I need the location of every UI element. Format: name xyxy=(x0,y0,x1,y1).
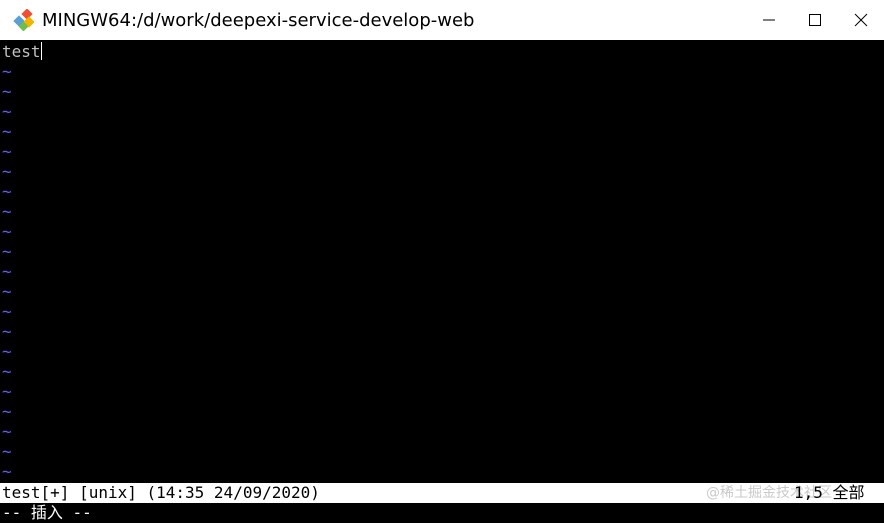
empty-line-tilde: ~ xyxy=(2,282,12,301)
empty-line-tilde: ~ xyxy=(2,362,12,381)
empty-line-tilde: ~ xyxy=(2,142,12,161)
text-cursor xyxy=(40,42,42,60)
empty-line-tilde: ~ xyxy=(2,62,12,81)
empty-line-tilde: ~ xyxy=(2,242,12,261)
status-position: 1,5 全部 xyxy=(794,483,865,502)
maximize-button[interactable] xyxy=(792,0,838,40)
status-line: test[+] [unix] (14:35 24/09/2020) @稀土掘金技… xyxy=(0,483,884,503)
buffer-line-text: test xyxy=(2,42,41,61)
minimize-icon xyxy=(763,19,775,21)
empty-line-tilde: ~ xyxy=(2,222,12,241)
minimize-button[interactable] xyxy=(746,0,792,40)
window-title: MINGW64:/d/work/deepexi-service-develop-… xyxy=(42,9,475,31)
maximize-icon xyxy=(809,14,821,26)
empty-line-tilde: ~ xyxy=(2,182,12,201)
empty-line-tilde: ~ xyxy=(2,82,12,101)
vim-editor[interactable]: test ~ ~ ~ ~ ~ ~ ~ ~ ~ ~ ~ ~ ~ ~ ~ ~ ~ ~ ~ ~ ~ test[+] [unix… xyxy=(0,40,884,523)
empty-line-tilde: ~ xyxy=(2,122,12,141)
empty-line-tilde: ~ xyxy=(2,262,12,281)
terminal-window: MINGW64:/d/work/deepexi-service-develop-… xyxy=(0,0,884,523)
window-controls xyxy=(746,0,884,40)
git-bash-icon xyxy=(12,8,35,32)
close-icon xyxy=(854,13,868,27)
empty-line-tilde: ~ xyxy=(2,342,12,361)
buffer-line[interactable]: test xyxy=(2,42,42,62)
empty-line-tilde: ~ xyxy=(2,442,12,461)
empty-line-tilde: ~ xyxy=(2,162,12,181)
empty-line-tilde: ~ xyxy=(2,422,12,441)
empty-line-tilde: ~ xyxy=(2,202,12,221)
title-bar[interactable]: MINGW64:/d/work/deepexi-service-develop-… xyxy=(0,0,884,40)
empty-line-tilde: ~ xyxy=(2,302,12,321)
status-file-info: test[+] [unix] (14:35 24/09/2020) xyxy=(2,483,320,502)
close-button[interactable] xyxy=(838,0,884,40)
empty-line-tilde: ~ xyxy=(2,402,12,421)
empty-line-tilde: ~ xyxy=(2,102,12,121)
empty-line-tilde: ~ xyxy=(2,382,12,401)
empty-line-tilde: ~ xyxy=(2,462,12,481)
empty-line-tilde: ~ xyxy=(2,322,12,341)
mode-indicator: -- 插入 -- xyxy=(2,503,92,522)
